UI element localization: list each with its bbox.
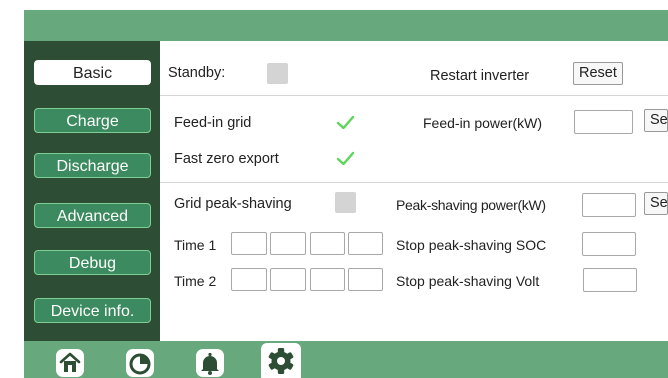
time2-start-hour-input[interactable] <box>231 268 267 291</box>
fast-zero-export-label: Fast zero export <box>174 151 279 167</box>
gear-icon[interactable] <box>261 343 301 378</box>
sidebar-item-debug[interactable]: Debug <box>34 250 151 275</box>
feed-in-set-button[interactable]: Se <box>644 109 668 132</box>
basic-settings-panel: Standby: Restart inverter Reset Feed-in … <box>160 41 668 341</box>
feed-in-power-label: Feed-in power(kW) <box>423 115 543 131</box>
home-icon[interactable] <box>55 348 85 378</box>
grid-peak-shaving-label: Grid peak-shaving <box>174 196 292 212</box>
stop-peak-shaving-soc-label: Stop peak-shaving SOC <box>396 237 547 253</box>
time1-end-minute-input[interactable] <box>348 232 383 255</box>
sidebar: Basic Charge Discharge Advanced Debug De… <box>24 41 160 341</box>
time1-label: Time 1 <box>174 237 217 253</box>
bell-icon[interactable] <box>195 348 225 378</box>
time2-start-minute-input[interactable] <box>270 268 306 291</box>
peak-shaving-power-label: Peak-shaving power(kW) <box>396 197 546 213</box>
checkmark-icon <box>336 115 355 130</box>
standby-checkbox[interactable] <box>267 63 288 84</box>
section-divider <box>160 182 668 183</box>
feed-in-grid-label: Feed-in grid <box>174 115 252 131</box>
standby-label: Standby: <box>168 65 226 81</box>
sidebar-item-device-info[interactable]: Device info. <box>34 298 151 323</box>
sidebar-item-charge[interactable]: Charge <box>34 108 151 133</box>
stop-peak-shaving-volt-label: Stop peak-shaving Volt <box>396 273 540 289</box>
checkmark-icon <box>336 151 355 166</box>
sidebar-item-advanced[interactable]: Advanced <box>34 203 151 228</box>
stop-peak-shaving-volt-input[interactable] <box>583 268 637 292</box>
restart-inverter-label: Restart inverter <box>430 68 530 84</box>
stop-peak-shaving-soc-input[interactable] <box>582 232 636 256</box>
time2-label: Time 2 <box>174 273 217 289</box>
fast-zero-export-checkbox[interactable] <box>335 148 356 169</box>
reset-button[interactable]: Reset <box>573 62 623 85</box>
time2-end-minute-input[interactable] <box>348 268 383 291</box>
time1-start-hour-input[interactable] <box>231 232 267 255</box>
time1-end-hour-input[interactable] <box>310 232 345 255</box>
sidebar-item-basic[interactable]: Basic <box>34 60 151 85</box>
feed-in-grid-checkbox[interactable] <box>335 112 356 133</box>
bottom-nav-bar <box>24 341 668 378</box>
pie-chart-icon[interactable] <box>125 348 155 378</box>
top-bar <box>24 10 668 41</box>
peak-shaving-set-button[interactable]: Se <box>644 192 668 215</box>
grid-peak-shaving-checkbox[interactable] <box>335 192 356 213</box>
sidebar-item-discharge[interactable]: Discharge <box>34 153 151 178</box>
time1-start-minute-input[interactable] <box>270 232 306 255</box>
time2-end-hour-input[interactable] <box>310 268 345 291</box>
section-divider <box>160 95 668 96</box>
feed-in-power-input[interactable] <box>574 110 633 134</box>
peak-shaving-power-input[interactable] <box>582 193 636 217</box>
